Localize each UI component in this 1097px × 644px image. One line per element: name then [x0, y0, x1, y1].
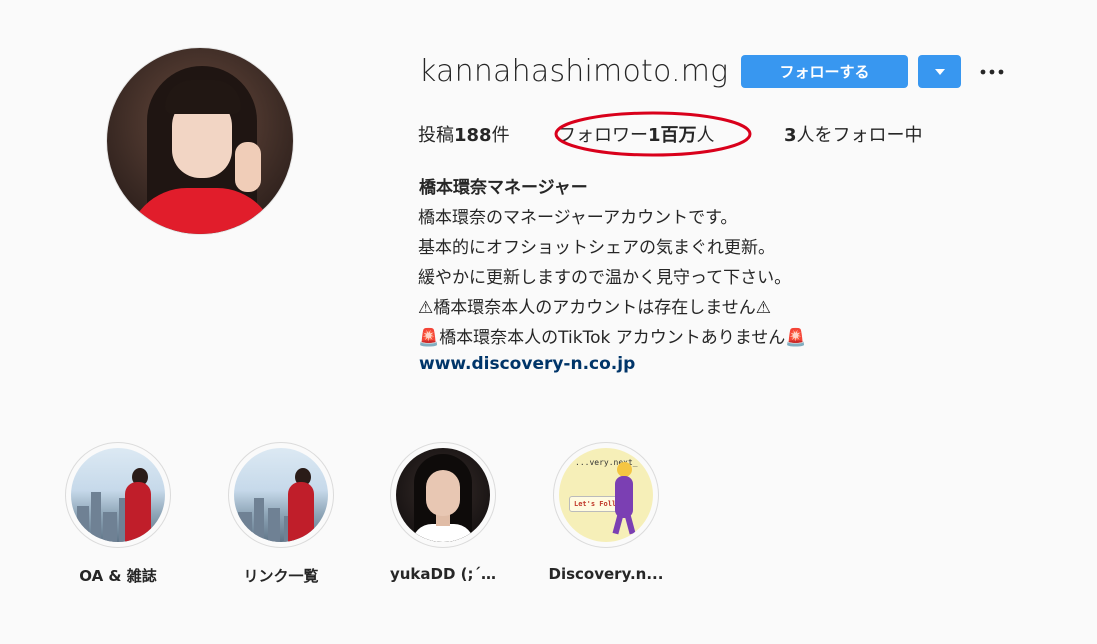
avatar-bangs: [165, 80, 241, 114]
bio-line: 緩やかに更新しますので温かく見守って下さい。: [418, 268, 792, 288]
bio-line: 🚨橋本環奈本人のTikTok アカウントありません🚨: [418, 328, 807, 348]
highlight-cover-city: [71, 448, 165, 542]
follow-button[interactable]: フォローする: [741, 55, 908, 88]
profile-username: kannahashimoto.mg: [419, 54, 729, 89]
profile-avatar[interactable]: [106, 47, 294, 235]
highlight-label: リンク一覧: [243, 567, 319, 585]
more-options-icon: [980, 69, 1004, 75]
annotation-ellipse: [554, 111, 752, 157]
bio-line: 橋本環奈のマネージャーアカウントです。: [418, 208, 738, 228]
more-options-button[interactable]: [978, 58, 1006, 86]
story-highlight-discovery[interactable]: ...very.next_ Let's Follow Discovery.n..…: [541, 442, 671, 583]
posts-suffix: 件: [491, 125, 510, 146]
highlight-label: Discovery.n...: [548, 565, 664, 583]
bio-line: ⚠橋本環奈本人のアカウントは存在しません⚠: [418, 298, 771, 318]
highlight-ring: ...very.next_ Let's Follow: [553, 442, 659, 548]
highlight-ring: [390, 442, 496, 548]
bio-website-link[interactable]: www.discovery-n.co.jp: [419, 354, 635, 374]
following-link[interactable]: 3人をフォロー中: [784, 121, 923, 147]
highlight-cover-portrait: [396, 448, 490, 542]
highlight-ring: [228, 442, 334, 548]
following-label: 人をフォロー中: [796, 125, 923, 146]
highlight-cover-discovery: ...very.next_ Let's Follow: [559, 448, 653, 542]
posts-label: 投稿: [418, 125, 454, 146]
highlight-ring: [65, 442, 171, 548]
story-highlight-links[interactable]: リンク一覧: [216, 442, 346, 586]
following-number: 3: [784, 125, 797, 146]
highlight-cover-city: [234, 448, 328, 542]
posts-count: 投稿188件: [418, 121, 510, 147]
caret-down-icon: [934, 68, 945, 75]
avatar-hand: [235, 142, 261, 192]
bio-full-name: 橋本環奈マネージャー: [419, 178, 588, 198]
suggested-accounts-button[interactable]: [918, 55, 961, 88]
posts-number: 188: [454, 125, 492, 146]
bio-line: 基本的にオフショットシェアの気まぐれ更新。: [418, 238, 775, 258]
dancer-emoji-icon: [617, 462, 632, 477]
highlight-label: yukaDD (;´…: [389, 565, 497, 583]
story-highlight-yukadd[interactable]: yukaDD (;´…: [378, 442, 508, 583]
highlight-label: OA & 雑誌: [79, 567, 157, 585]
story-highlight-oa[interactable]: OA & 雑誌: [53, 442, 183, 586]
